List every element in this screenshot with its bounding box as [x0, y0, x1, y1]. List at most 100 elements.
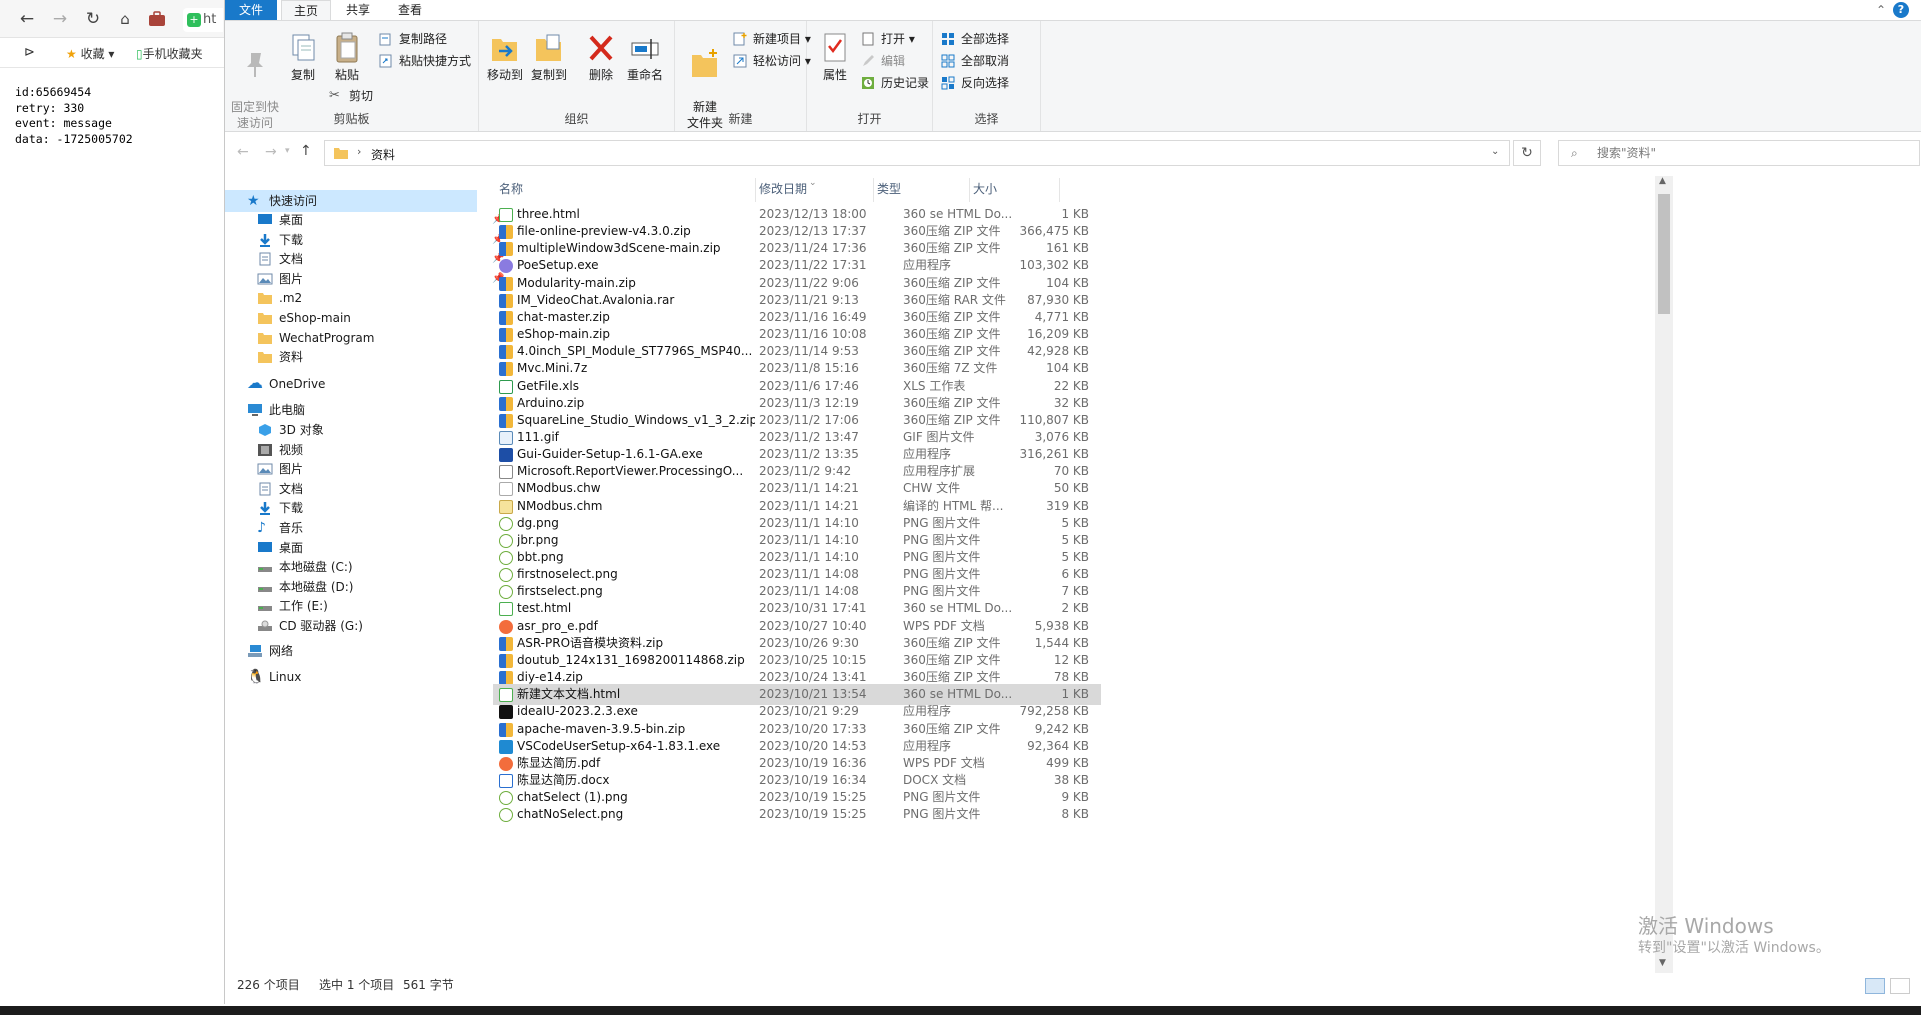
vscode-file-icon	[499, 739, 513, 754]
folder-icon	[334, 148, 348, 159]
folder-icon	[258, 352, 272, 364]
tab-share[interactable]: 共享	[333, 0, 383, 20]
large-icons-view-icon[interactable]	[1890, 978, 1910, 994]
refresh-icon: ↻	[1521, 145, 1533, 161]
properties-button[interactable]: 属性	[813, 31, 857, 83]
copy-path-button[interactable]: 复制路径	[379, 30, 447, 48]
easy-access-button[interactable]: 轻松访问 ▾	[733, 52, 811, 70]
copy-button[interactable]: 复制	[281, 31, 325, 83]
history-button[interactable]: 历史记录	[861, 74, 929, 92]
folder-icon	[258, 332, 272, 344]
select-none-label: 全部取消	[961, 54, 1010, 68]
png-file-icon	[499, 551, 513, 565]
collapse-ribbon-icon[interactable]: ⌃	[1871, 0, 1891, 20]
png-file-icon	[499, 516, 513, 531]
copy-label: 复制	[290, 68, 315, 82]
file-date: 2023/10/19 15:25	[759, 807, 867, 822]
tab-file[interactable]: 文件	[225, 0, 277, 20]
ribbon: 固定到快 速访问 复制 粘贴 复制路径 粘贴快捷方式 ✂ 剪切 剪贴板 移动到 …	[225, 20, 1921, 132]
activation-watermark-title: 激活 Windows	[1638, 914, 1774, 938]
scrollbar-thumb[interactable]	[1658, 194, 1670, 314]
reload-icon[interactable]: ↻	[82, 8, 104, 30]
edit-button[interactable]: 编辑	[861, 52, 905, 70]
blank-file-icon	[499, 482, 513, 497]
scroll-down-icon[interactable]: ▼	[1659, 958, 1666, 968]
column-header-type[interactable]: 类型	[877, 176, 901, 202]
home-icon[interactable]: ⌂	[114, 8, 136, 30]
select-none-icon	[941, 54, 955, 68]
zip-file-icon	[499, 345, 513, 360]
nav-quick-item-label: 资料	[279, 350, 304, 365]
edit-icon	[863, 55, 874, 66]
tab-home[interactable]: 主页	[281, 0, 331, 20]
idea-file-icon	[499, 705, 513, 720]
file-row[interactable]: chatNoSelect.png 2023/10/19 15:25 PNG 图片文件…	[493, 804, 1101, 825]
new-item-button[interactable]: 新建项目 ▾	[733, 30, 811, 48]
folder-icon	[258, 313, 272, 324]
scissors-icon: ✂	[329, 88, 340, 103]
music-icon: ♪	[257, 520, 266, 536]
column-header-date[interactable]: 修改日期	[759, 176, 807, 202]
nav-pc-item-label: CD 驱动器 (G:)	[279, 619, 363, 633]
invert-selection-button[interactable]: 反向选择	[941, 74, 1009, 92]
paste-shortcut-button[interactable]: 粘贴快捷方式	[379, 52, 471, 70]
column-separator[interactable]	[873, 178, 874, 202]
paste-shortcut-icon	[379, 54, 392, 68]
nav-this-pc-label: 此电脑	[269, 403, 306, 417]
delete-button[interactable]: 删除	[579, 31, 623, 83]
exe2-file-icon	[499, 448, 513, 463]
pin-icon	[247, 53, 263, 77]
rename-button[interactable]: 重命名	[623, 31, 667, 83]
help-icon[interactable]: ?	[1893, 2, 1909, 18]
column-separator[interactable]	[969, 178, 970, 202]
cut-button[interactable]: ✂ 剪切	[329, 87, 373, 105]
back-arrow-icon[interactable]: ←	[237, 144, 249, 160]
browser-tab[interactable]: + ht	[183, 8, 223, 32]
toolbox-icon[interactable]	[146, 8, 168, 30]
vertical-scrollbar[interactable]: ▲ ▼	[1655, 176, 1673, 973]
address-row: ← → ▾ ↑ › 资料 ⌄ ↻ ⌕ 搜索"资料"	[225, 138, 1921, 168]
select-none-button[interactable]: 全部取消	[941, 52, 1009, 70]
select-all-button[interactable]: 全部选择	[941, 30, 1009, 48]
favorites-label: 收藏	[80, 47, 105, 61]
paste-icon	[336, 32, 358, 63]
open-button[interactable]: 打开 ▾	[861, 30, 915, 48]
details-view-icon[interactable]	[1865, 978, 1885, 994]
recent-dropdown-icon[interactable]: ▾	[285, 146, 290, 156]
refresh-button[interactable]: ↻	[1513, 140, 1541, 166]
breadcrumb-current[interactable]: 资料	[371, 146, 395, 163]
forward-icon[interactable]: →	[49, 8, 71, 30]
file-name: chatNoSelect.png	[517, 807, 624, 822]
search-input[interactable]: ⌕ 搜索"资料"	[1558, 140, 1920, 166]
back-icon[interactable]: ←	[16, 8, 38, 30]
pdf-file-icon	[499, 756, 513, 771]
scroll-up-icon[interactable]: ▲	[1659, 176, 1666, 186]
open-group: 属性 打开 ▾ 编辑 历史记录 打开	[807, 21, 933, 131]
address-bar[interactable]: › 资料 ⌄	[324, 140, 1510, 166]
tab-view[interactable]: 查看	[385, 0, 435, 20]
paste-button[interactable]: 粘贴	[325, 31, 369, 83]
forward-arrow-icon[interactable]: →	[265, 144, 277, 160]
address-dropdown-icon[interactable]: ⌄	[1491, 146, 1499, 157]
zip-file-icon	[499, 722, 513, 737]
paste-label: 粘贴	[334, 68, 359, 82]
mobile-favorites-button[interactable]: ▯手机收藏夹	[136, 45, 203, 62]
favorites-button[interactable]: ★ 收藏 ▾	[66, 45, 114, 62]
zip-file-icon	[499, 276, 513, 291]
column-header-name[interactable]: 名称	[499, 176, 523, 202]
sidebar-toggle-icon[interactable]: ⊳	[24, 45, 35, 60]
zip-file-icon	[499, 671, 513, 686]
column-separator[interactable]	[1059, 178, 1060, 202]
copy-to-button[interactable]: 复制到	[527, 31, 571, 83]
rename-label: 重命名	[626, 68, 663, 82]
drive-icon	[258, 567, 272, 573]
column-separator[interactable]	[755, 178, 756, 202]
drive-icon	[258, 586, 272, 592]
move-to-button[interactable]: 移动到	[483, 31, 527, 83]
column-header-size[interactable]: 大小	[973, 176, 997, 202]
mobile-favorites-label: 手机收藏夹	[142, 47, 203, 61]
zip-file-icon	[499, 413, 513, 428]
item-count: 226 个项目	[237, 978, 300, 992]
up-arrow-icon[interactable]: ↑	[300, 143, 312, 159]
paste-shortcut-label: 粘贴快捷方式	[399, 54, 472, 68]
